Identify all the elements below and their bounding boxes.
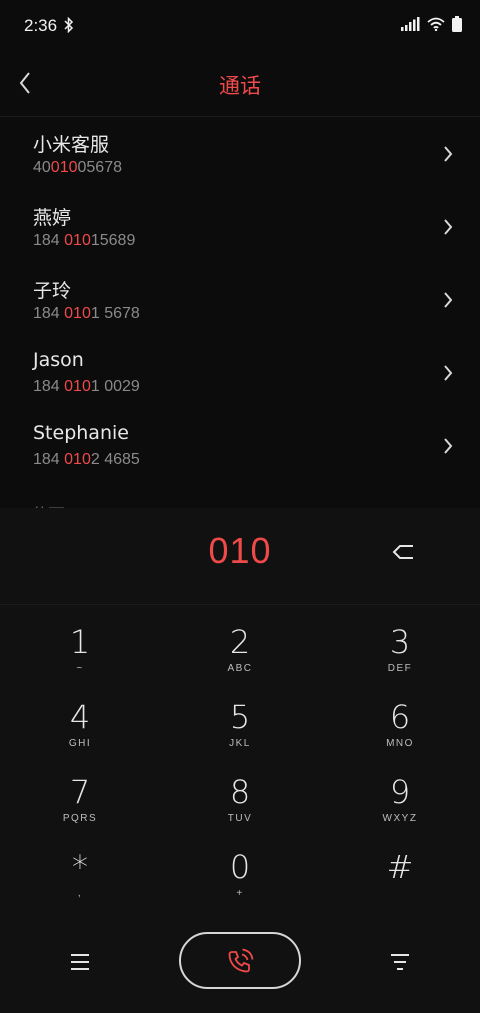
dial-divider [0,604,480,605]
contact-row[interactable]: 燕婷 184 01015689 [0,191,480,264]
contact-row[interactable]: 子玲 184 0101 5678 [0,264,480,337]
number-match: 010 [64,305,91,322]
key-1[interactable]: 1 ~ [0,621,160,696]
contact-row[interactable]: 小米客服 4001005678 [0,118,480,191]
battery-icon [452,16,462,37]
bluetooth-icon [64,16,74,38]
contact-number: 184 01015689 [33,232,136,249]
status-time: 2:36 [24,16,58,35]
contact-list: 小米客服 4001005678 燕婷 184 01015689 子玲 184 0… [0,118,480,508]
filter-lines-icon [391,954,409,970]
contact-number: 4001005678 [33,159,122,176]
contact-row[interactable]: Stephanie 184 0102 4685 [0,410,480,483]
contact-name: Stephanie [33,422,129,444]
backspace-button[interactable] [390,538,418,566]
menu-button[interactable] [68,950,92,974]
dial-actions [0,932,480,992]
key-6[interactable]: 6 MNO [320,696,480,771]
chevron-right-icon [442,290,454,315]
chevron-right-icon [442,217,454,242]
contact-name-partial[interactable]: 黄丽 [31,501,65,508]
key-5[interactable]: 5 JKL [160,696,320,771]
contact-name: Jason [33,349,84,371]
contact-row[interactable]: Jason 184 0101 0029 [0,337,480,410]
page-title: 通话 [219,74,261,98]
status-icons [401,16,462,37]
number-match: 010 [64,451,91,468]
contact-number: 184 0101 5678 [33,305,140,322]
key-8[interactable]: 8 TUV [160,771,320,846]
dial-display: 010 [0,508,480,604]
chevron-right-icon [442,144,454,169]
nav-bar: 通话 [0,52,480,116]
number-match: 010 [64,232,91,249]
chevron-right-icon [442,436,454,461]
header-divider [0,116,480,117]
key-2[interactable]: 2 ABC [160,621,320,696]
key-star[interactable]: * , [0,846,160,921]
dial-panel: 010 1 ~ 2 ABC 3 DEF 4 GHI 5 JKL 6 MNO 7 … [0,508,480,1013]
contact-name: 子玲 [33,280,72,302]
menu-icon [71,954,89,970]
filter-button[interactable] [388,950,412,974]
contact-name: 小米客服 [33,134,110,156]
key-9[interactable]: 9 WXYZ [320,771,480,846]
key-7[interactable]: 7 PQRS [0,771,160,846]
wifi-icon [427,17,445,36]
signal-icon [401,17,420,36]
key-hash[interactable]: # [320,846,480,921]
number-match: 010 [64,378,91,395]
backspace-icon [392,545,413,559]
phone-call-icon [228,948,254,973]
number-match: 010 [50,159,78,176]
status-bar: 2:36 [0,0,480,52]
key-4[interactable]: 4 GHI [0,696,160,771]
contact-name: 燕婷 [33,207,72,229]
key-0[interactable]: 0 + [160,846,320,921]
call-button[interactable] [179,932,301,989]
contact-number: 184 0101 0029 [33,378,140,395]
chevron-right-icon [442,363,454,388]
contact-number: 184 0102 4685 [33,451,140,468]
key-3[interactable]: 3 DEF [320,621,480,696]
